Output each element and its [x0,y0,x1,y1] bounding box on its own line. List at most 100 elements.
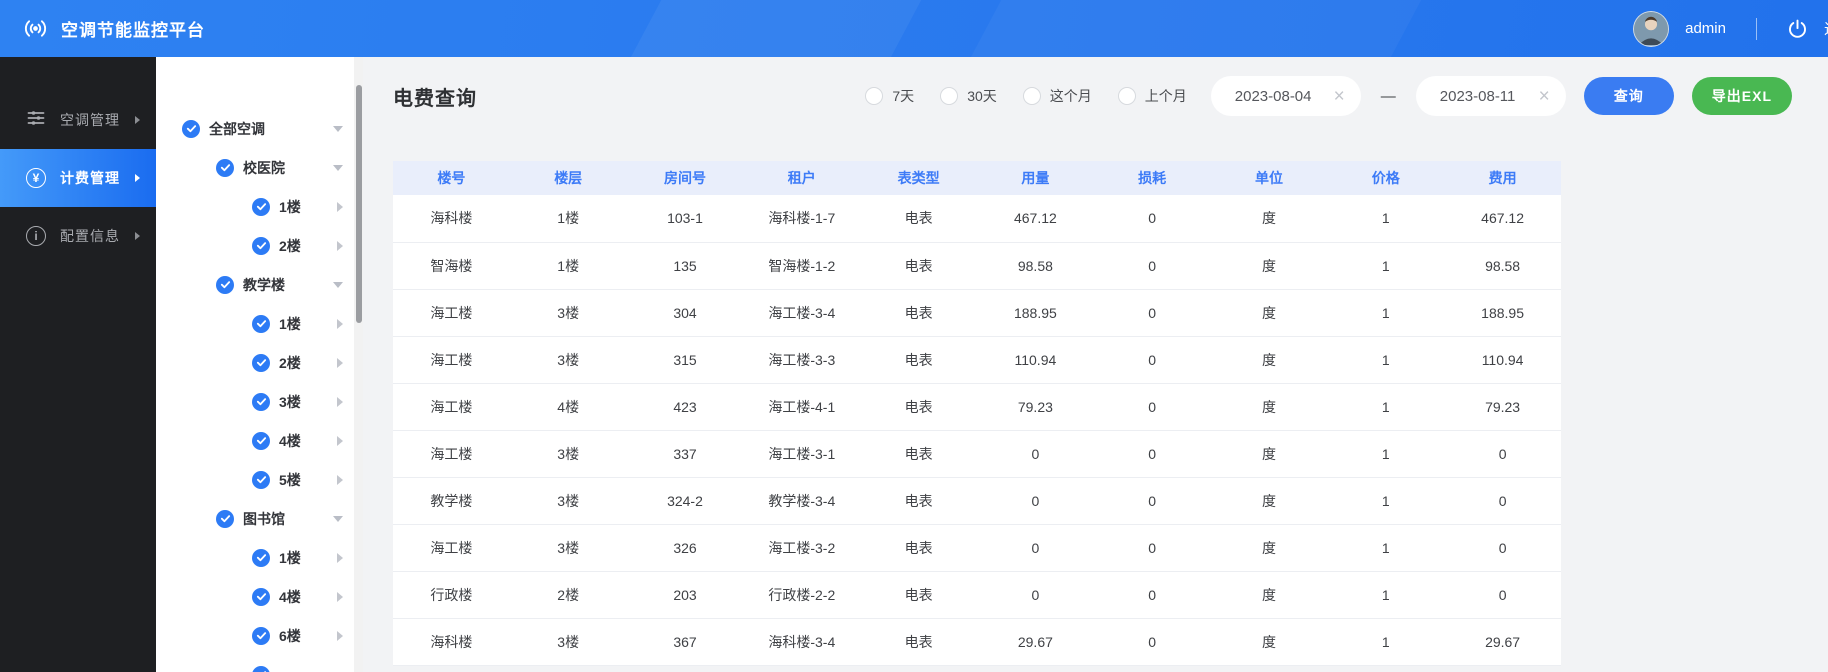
table-cell: 度 [1211,571,1328,618]
quick-range-radio-0[interactable]: 7天 [865,86,914,106]
table-cell: 电表 [860,336,977,383]
quick-range-radio-1[interactable]: 30天 [940,86,997,106]
tree-item-label: 6楼 [279,626,301,646]
header-user-area: admin 退出 [1633,0,1828,57]
table-cell: 海工楼-3-3 [743,336,860,383]
checkbox-checked-icon[interactable] [252,627,270,645]
tree-item-label: 图书馆 [243,509,285,529]
table-cell: 1 [1327,430,1444,477]
chevron-right-icon[interactable] [337,397,343,407]
tree-item[interactable]: 4楼 [156,421,363,460]
query-button[interactable]: 查询 [1584,77,1674,115]
tree-item[interactable]: 图书馆 [156,499,363,538]
chevron-down-icon[interactable] [333,516,343,522]
chevron-right-icon[interactable] [337,475,343,485]
tree-item[interactable]: 1楼 [156,304,363,343]
avatar[interactable] [1633,11,1669,47]
table-cell: 103-1 [627,195,744,242]
radio-icon[interactable] [940,87,958,105]
sidebar-item-ac-management[interactable]: 空调管理 [0,91,156,149]
tree-item[interactable]: 3楼 [156,382,363,421]
chevron-right-icon[interactable] [337,241,343,251]
table-cell: 3楼 [510,477,627,524]
quick-range-radio-2[interactable]: 这个月 [1023,86,1092,106]
tree-item[interactable]: 2楼 [156,226,363,265]
table-cell: 1 [1327,477,1444,524]
export-button[interactable]: 导出EXL [1692,77,1792,115]
checkbox-checked-icon[interactable] [182,120,200,138]
table-cell: 110.94 [1444,336,1561,383]
table-cell: 29.67 [1444,618,1561,665]
table-cell: 467.12 [977,195,1094,242]
sidebar-item-config-info[interactable]: i配置信息 [0,207,156,265]
date-start-input[interactable]: 2023-08-04 × [1211,76,1361,116]
chevron-right-icon[interactable] [337,358,343,368]
tree-item[interactable]: 6楼 [156,616,363,655]
tree-item[interactable]: 1楼 [156,538,363,577]
table-cell: 0 [1094,571,1211,618]
tree-item[interactable] [156,655,363,672]
chevron-down-icon[interactable] [333,126,343,132]
table-row: 教学楼3楼324-2教学楼-3-4电表00度10 [393,477,1561,524]
tree-item-label: 教学楼 [243,275,285,295]
table-row: 智海楼1楼135智海楼-1-2电表98.580度198.58 [393,242,1561,289]
radio-icon[interactable] [865,87,883,105]
tree-item[interactable]: 4楼 [156,577,363,616]
tree-item-label: 1楼 [279,548,301,568]
table-cell: 29.67 [977,618,1094,665]
chevron-down-icon[interactable] [333,282,343,288]
table-cell: 315 [627,336,744,383]
sidebar-item-billing-management[interactable]: ¥计费管理 [0,149,156,207]
chevron-right-icon[interactable] [337,631,343,641]
checkbox-checked-icon[interactable] [252,432,270,450]
scrollbar-thumb[interactable] [356,85,362,323]
checkbox-checked-icon[interactable] [252,588,270,606]
checkbox-checked-icon[interactable] [216,510,234,528]
checkbox-checked-icon[interactable] [216,276,234,294]
tree-item[interactable]: 1楼 [156,187,363,226]
checkbox-checked-icon[interactable] [252,549,270,567]
chevron-right-icon[interactable] [337,319,343,329]
table-cell: 度 [1211,195,1328,242]
tree-item[interactable]: 5楼 [156,460,363,499]
checkbox-checked-icon[interactable] [252,471,270,489]
chevron-right-icon[interactable] [337,436,343,446]
checkbox-checked-icon[interactable] [252,315,270,333]
chevron-right-icon[interactable] [337,202,343,212]
table-cell: 2楼 [510,571,627,618]
tree-item-label: 全部空调 [209,119,265,139]
table-cell: 1 [1327,524,1444,571]
tree-item[interactable]: 2楼 [156,343,363,382]
clear-date-icon[interactable]: × [1539,87,1550,106]
tree-item[interactable]: 全部空调 [156,109,363,148]
date-end-input[interactable]: 2023-08-11 × [1416,76,1566,116]
quick-range-radio-3[interactable]: 上个月 [1118,86,1187,106]
table-cell: 海科楼-3-4 [743,618,860,665]
chevron-down-icon[interactable] [333,165,343,171]
checkbox-checked-icon[interactable] [252,666,270,672]
table-cell: 304 [627,289,744,336]
table-cell: 度 [1211,430,1328,477]
tree-item[interactable]: 校医院 [156,148,363,187]
filter-controls: 7天30天这个月上个月 2023-08-04 × — 2023-08-11 × … [865,76,1792,116]
radio-icon[interactable] [1118,87,1136,105]
checkbox-checked-icon[interactable] [216,159,234,177]
power-icon[interactable] [1787,18,1808,39]
chevron-right-icon[interactable] [337,592,343,602]
logout-button[interactable]: 退出 [1824,18,1828,39]
table-cell: 1 [1327,242,1444,289]
fees-table: 楼号楼层房间号租户表类型用量损耗单位价格费用 海科楼1楼103-1海科楼-1-7… [393,161,1561,666]
table-cell: 海工楼 [393,289,510,336]
table-cell: 度 [1211,383,1328,430]
tree-scrollbar[interactable] [354,57,363,672]
tree-item[interactable]: 教学楼 [156,265,363,304]
radio-icon[interactable] [1023,87,1041,105]
checkbox-checked-icon[interactable] [252,237,270,255]
checkbox-checked-icon[interactable] [252,354,270,372]
checkbox-checked-icon[interactable] [252,393,270,411]
chevron-right-icon[interactable] [337,553,343,563]
checkbox-checked-icon[interactable] [252,198,270,216]
clear-date-icon[interactable]: × [1334,87,1345,106]
column-header: 用量 [977,161,1094,195]
username[interactable]: admin [1685,20,1726,37]
